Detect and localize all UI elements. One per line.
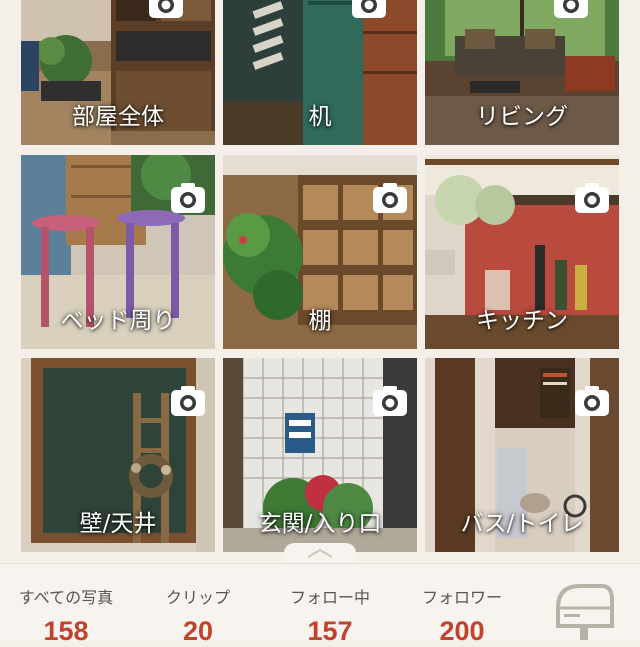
stat-label: クリップ <box>165 588 230 607</box>
room-tile-wall-ceiling[interactable]: 壁/天井 <box>21 358 215 552</box>
room-label: リビング <box>476 104 568 130</box>
camera-icon[interactable] <box>573 181 611 215</box>
room-label: 部屋全体 <box>72 104 164 130</box>
room-tile-living[interactable]: リビング <box>425 0 619 145</box>
room-tile-whole-room[interactable]: 部屋全体 <box>21 0 215 145</box>
camera-icon[interactable] <box>552 0 590 20</box>
room-tile-desk[interactable]: 机 <box>223 0 417 145</box>
room-label: 壁/天井 <box>79 511 157 537</box>
camera-icon[interactable] <box>169 181 207 215</box>
stat-followers[interactable]: フォロワー 200 <box>396 564 528 646</box>
camera-icon[interactable] <box>573 384 611 418</box>
stat-following[interactable]: フォロー中 157 <box>264 564 396 646</box>
panel-pull-handle[interactable] <box>284 543 356 563</box>
room-tile-bedside[interactable]: ベッド周り <box>21 155 215 349</box>
profile-stats-bar: すべての写真 158 クリップ 20 フォロー中 157 フォロワー 200 <box>0 563 640 646</box>
camera-icon[interactable] <box>147 0 185 20</box>
stat-value: 200 <box>439 616 485 646</box>
stat-value: 20 <box>182 616 214 646</box>
room-label: 机 <box>308 104 332 130</box>
stat-value: 158 <box>43 616 89 646</box>
stat-value: 157 <box>307 616 353 646</box>
room-tile-bath-toilet[interactable]: バス/トイレ <box>425 358 619 552</box>
room-tile-entrance[interactable]: 玄関/入り口 <box>223 358 417 552</box>
stat-all-photos[interactable]: すべての写真 158 <box>0 564 132 646</box>
chevron-up-icon <box>307 548 333 558</box>
room-label: キッチン <box>476 308 568 334</box>
camera-icon[interactable] <box>169 384 207 418</box>
stat-label: フォロワー <box>421 588 502 607</box>
room-tile-shelf[interactable]: 棚 <box>223 155 417 349</box>
room-label: 棚 <box>308 308 332 334</box>
room-tile-kitchen[interactable]: キッチン <box>425 155 619 349</box>
camera-icon[interactable] <box>371 181 409 215</box>
stat-label: フォロー中 <box>289 588 370 607</box>
room-label: ベッド周り <box>60 308 176 334</box>
stat-label: すべての写真 <box>18 588 114 607</box>
room-label: 玄関/入り口 <box>258 511 382 537</box>
camera-icon[interactable] <box>371 384 409 418</box>
mailbox-icon[interactable] <box>550 578 616 640</box>
room-photo-grid: 部屋全体 机 リビング ベッド周り 棚 キッチン 壁/天井 玄関/入り口 バス/… <box>0 0 640 560</box>
stat-clips[interactable]: クリップ 20 <box>132 564 264 646</box>
camera-icon[interactable] <box>350 0 388 20</box>
room-label: バス/トイレ <box>460 511 584 537</box>
